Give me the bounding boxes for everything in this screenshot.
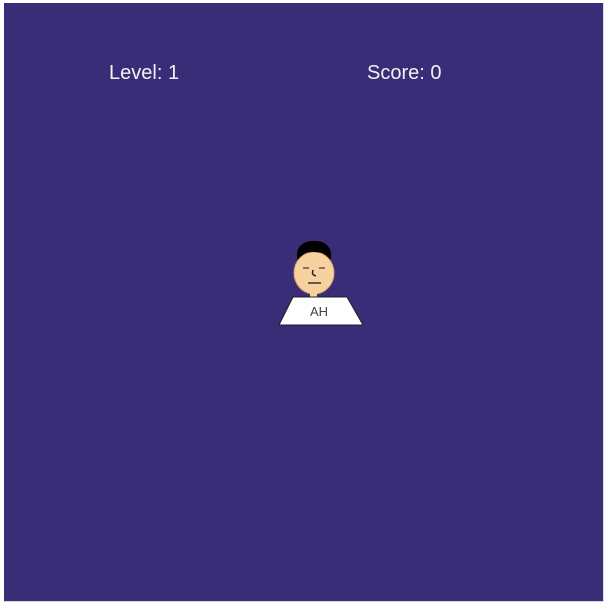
score-value: 0	[430, 62, 442, 84]
level-value: 1	[167, 62, 180, 84]
neck	[310, 292, 317, 297]
level-label: Level:	[109, 62, 163, 84]
game-frame: Level: 1 Score: 0 AH	[0, 0, 607, 604]
score-label: Score:	[367, 62, 425, 84]
face	[293, 251, 335, 295]
player-initials: AH	[310, 304, 328, 319]
player-character[interactable]: AH	[275, 237, 365, 327]
level-display: Level: 1	[109, 61, 179, 85]
score-display: Score: 0	[367, 61, 442, 85]
player-sprite: AH	[278, 241, 364, 326]
person-head-icon	[293, 241, 335, 297]
game-board[interactable]: Level: 1 Score: 0 AH	[4, 3, 604, 602]
